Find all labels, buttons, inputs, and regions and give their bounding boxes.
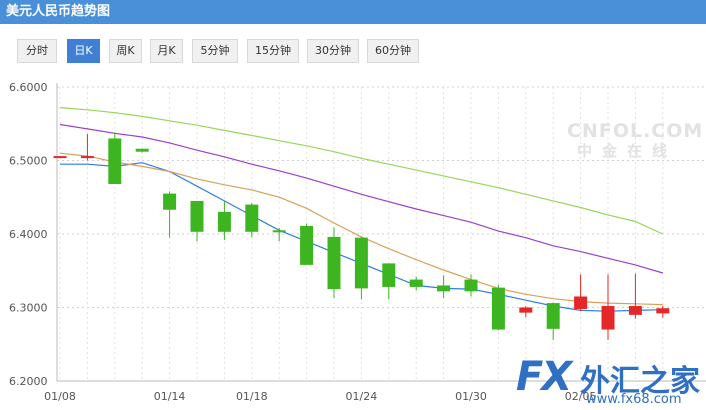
tab-monthly-k[interactable]: 月K <box>150 39 183 63</box>
tab-weekly-k[interactable]: 周K <box>109 39 142 63</box>
cnfol-watermark-cn: 中金在线 <box>576 142 677 160</box>
x-tick-label: 01/24 <box>346 390 378 403</box>
candle-body <box>464 279 478 292</box>
candle-body <box>382 263 396 287</box>
candle-body <box>272 230 286 233</box>
candle-body <box>245 204 259 232</box>
tab-daily-k[interactable]: 日K <box>67 39 100 63</box>
page-title: 美元人民币趋势图 <box>6 4 111 19</box>
y-tick-label: 6.6000 <box>9 81 48 94</box>
candle-body <box>628 306 642 315</box>
y-tick-label: 6.2000 <box>9 375 48 388</box>
candle-body <box>491 287 505 330</box>
fx68-logo: FX 外汇之家 www.fx68.com <box>516 352 706 410</box>
candle-body <box>217 211 231 232</box>
x-tick-label: 01/14 <box>154 390 186 403</box>
candle-body <box>546 303 560 329</box>
y-tick-label: 6.4000 <box>9 228 48 241</box>
fx68-logo-mark: FX <box>516 354 572 400</box>
cnfol-watermark-en: CNFOL.COM <box>567 120 704 142</box>
candle-body <box>80 156 94 159</box>
candle-body <box>437 285 451 292</box>
tab-15min[interactable]: 15分钟 <box>247 39 299 63</box>
candle-body <box>327 236 341 290</box>
candle-body <box>53 156 67 159</box>
candle-body <box>409 279 423 287</box>
tab-intraday[interactable]: 分时 <box>17 39 57 63</box>
fx68-logo-url: www.fx68.com <box>586 392 682 407</box>
chart-title-bar: 美元人民币趋势图 <box>0 0 706 24</box>
candle-body <box>163 193 177 210</box>
candle-body <box>135 148 149 152</box>
candle-body <box>190 200 204 232</box>
candle-body <box>519 307 533 313</box>
candle-body <box>354 237 368 289</box>
x-tick-label: 01/08 <box>44 390 76 403</box>
candle-body <box>574 296 588 309</box>
candle-body <box>108 138 122 185</box>
tab-5min[interactable]: 5分钟 <box>192 39 238 63</box>
y-axis-labels: 6.6000 6.5000 6.4000 6.3000 6.2000 <box>9 81 48 388</box>
y-tick-label: 6.3000 <box>9 302 48 315</box>
candle-body <box>300 225 314 265</box>
candle-body <box>601 306 615 330</box>
cnfol-watermark: CNFOL.COM 中金在线 <box>567 120 704 161</box>
candle-body <box>656 308 670 314</box>
x-axis-labels: 01/08 01/14 01/18 01/24 01/30 02/05 <box>44 390 596 403</box>
x-tick-label: 01/18 <box>236 390 268 403</box>
x-tick-label: 01/30 <box>455 390 487 403</box>
y-tick-label: 6.5000 <box>9 155 48 168</box>
tab-60min[interactable]: 60分钟 <box>367 39 419 63</box>
tab-30min[interactable]: 30分钟 <box>307 39 359 63</box>
